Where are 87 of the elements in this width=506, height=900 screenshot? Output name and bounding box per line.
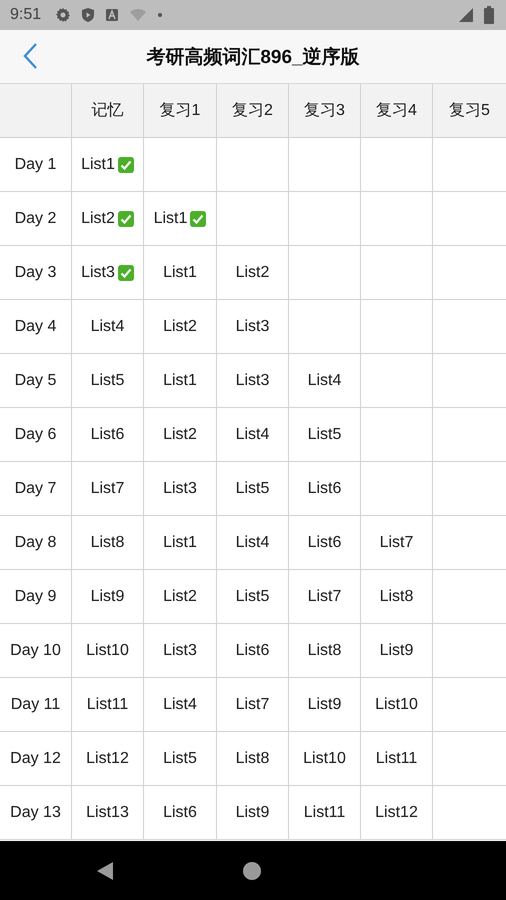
list-cell: List8: [236, 750, 270, 768]
dot-icon: [157, 12, 164, 18]
day-cell: Day 12: [0, 732, 72, 785]
status-time: 9:51: [10, 6, 42, 24]
wifi-icon: [129, 8, 148, 22]
list-cell: List3: [81, 264, 134, 282]
list-cell: List12: [375, 804, 418, 822]
list-cell: List6: [236, 642, 270, 660]
list-cell: List10: [303, 750, 346, 768]
day-cell: Day 10: [0, 624, 72, 677]
list-cell: List5: [308, 426, 342, 444]
list-cell: List10: [375, 696, 418, 714]
list-cell: List6: [308, 534, 342, 552]
column-header: 复习3: [289, 84, 361, 137]
list-cell: List11: [86, 696, 128, 714]
list-cell: List5: [163, 750, 197, 768]
day-cell: Day 11: [0, 678, 72, 731]
column-header: 复习2: [217, 84, 289, 137]
day-cell: Day 2: [0, 192, 72, 245]
list-cell: List9: [380, 642, 414, 660]
list-cell: List2: [163, 588, 197, 606]
list-cell: List12: [86, 750, 129, 768]
column-header: 记忆: [72, 84, 144, 137]
list-cell: List3: [236, 372, 270, 390]
list-cell: List2: [81, 210, 134, 228]
day-cell: Day 3: [0, 246, 72, 299]
column-header: 复习4: [361, 84, 433, 137]
list-cell: List7: [90, 480, 124, 498]
list-cell: List4: [236, 426, 270, 444]
list-cell: List11: [376, 750, 418, 768]
back-button[interactable]: [22, 42, 38, 70]
list-cell: List8: [90, 534, 124, 552]
list-cell: List2: [163, 426, 197, 444]
list-cell: List7: [236, 696, 270, 714]
check-icon: [118, 264, 134, 280]
day-cell: Day 4: [0, 300, 72, 353]
list-cell: List4: [236, 534, 270, 552]
list-cell: List8: [308, 642, 342, 660]
shield-icon: [81, 7, 96, 23]
list-cell: List2: [163, 318, 197, 336]
list-cell: List9: [90, 588, 124, 606]
day-cell: Day 1: [0, 138, 72, 191]
day-cell: Day 9: [0, 570, 72, 623]
list-cell: List9: [308, 696, 342, 714]
list-cell: List6: [308, 480, 342, 498]
list-cell: List1: [163, 534, 197, 552]
gear-icon: [55, 7, 72, 23]
list-cell: List1: [163, 372, 197, 390]
keyboard-icon: [105, 8, 120, 22]
column-header: 复习5: [448, 101, 491, 121]
page-title: 考研高频词汇896_逆序版: [146, 46, 360, 70]
list-cell: List1: [154, 210, 206, 228]
day-cell: Day 13: [0, 786, 72, 839]
list-cell: List4: [163, 696, 197, 714]
home-nav-icon[interactable]: [243, 862, 261, 880]
check-icon: [118, 156, 134, 172]
battery-icon: [484, 6, 494, 24]
back-nav-icon[interactable]: [97, 862, 113, 880]
day-cell: Day 5: [0, 354, 72, 407]
list-cell: List2: [236, 264, 270, 282]
list-cell: List10: [86, 642, 129, 660]
check-icon: [118, 210, 134, 226]
day-cell: Day 6: [0, 408, 72, 461]
day-cell: Day 8: [0, 516, 72, 569]
list-cell: List1: [81, 156, 134, 174]
list-cell: List1: [163, 264, 197, 282]
list-cell: List3: [163, 480, 197, 498]
list-cell: List6: [163, 804, 197, 822]
list-cell: List3: [163, 642, 197, 660]
list-cell: List3: [236, 318, 270, 336]
list-cell: List9: [236, 804, 270, 822]
list-cell: List5: [236, 588, 270, 606]
check-icon: [190, 210, 206, 226]
column-header: 复习1: [144, 84, 217, 137]
list-cell: List11: [304, 804, 346, 822]
list-cell: List13: [86, 804, 129, 822]
list-cell: List5: [90, 372, 124, 390]
day-cell: Day 7: [0, 462, 72, 515]
list-cell: List8: [380, 588, 414, 606]
list-cell: List7: [380, 534, 414, 552]
list-cell: List4: [90, 318, 124, 336]
list-cell: List5: [236, 480, 270, 498]
back-icon: [22, 42, 38, 70]
signal-icon: [458, 7, 474, 23]
list-cell: List4: [308, 372, 342, 390]
list-cell: List7: [308, 588, 342, 606]
list-cell: List6: [90, 426, 124, 444]
